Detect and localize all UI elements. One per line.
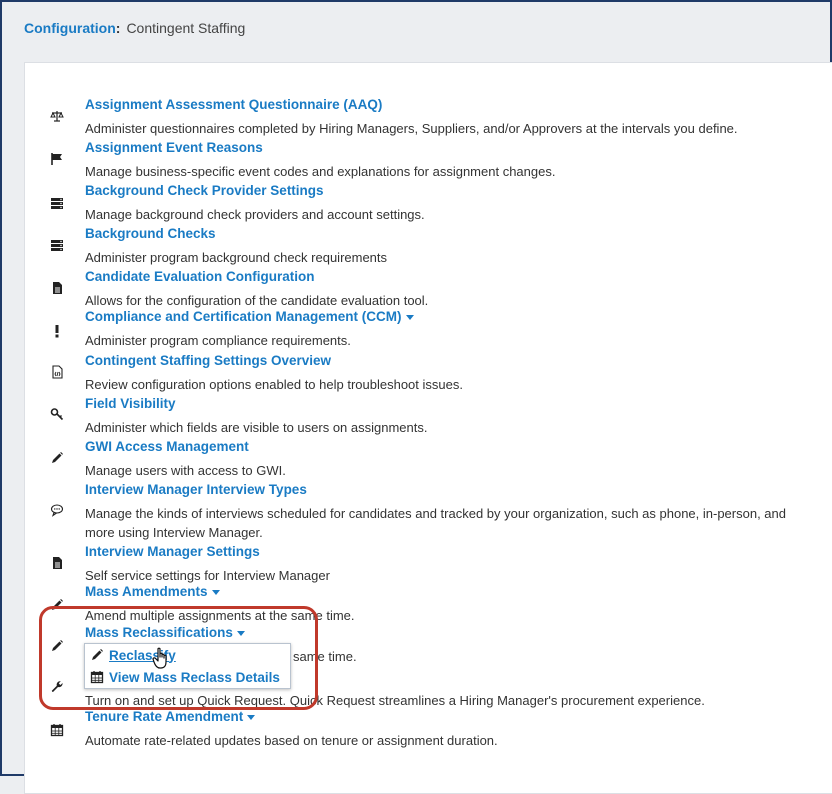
item-title-link[interactable]: Candidate Evaluation Configuration [85, 269, 315, 284]
pencil-icon [49, 638, 65, 654]
menu-item-view-mass-reclass-details[interactable]: View Mass Reclass Details [85, 666, 290, 688]
key-icon [49, 406, 65, 422]
server-icon [49, 237, 65, 253]
document-icon [49, 555, 65, 571]
caret-down-icon [236, 630, 245, 636]
item-title-text: GWI Access Management [85, 439, 249, 454]
breadcrumb-separator: : [115, 20, 121, 36]
item-description: Manage users with access to GWI. [85, 463, 286, 478]
calendar-icon [89, 669, 105, 685]
caret-down-icon [405, 314, 414, 320]
item-title-text: Background Checks [85, 226, 216, 241]
breadcrumb-current: Contingent Staffing [126, 20, 246, 36]
menu-item-label: View Mass Reclass Details [109, 669, 280, 685]
pencil-icon [49, 597, 65, 613]
item-title-text: Tenure Rate Amendment [85, 709, 244, 724]
pencil-icon [89, 647, 105, 663]
item-title-text: Compliance and Certification Management … [85, 309, 402, 324]
item-title-link[interactable]: Background Check Provider Settings [85, 183, 324, 198]
item-description: Manage business-specific event codes and… [85, 164, 556, 179]
item-title-text: Interview Manager Settings [85, 544, 260, 559]
item-description: Administer program compliance requiremen… [85, 333, 351, 348]
item-title-text: Mass Reclassifications [85, 625, 233, 640]
calendar-icon [49, 722, 65, 738]
reclassifications-dropdown-menu: Reclassify View Mass Reclass Details [84, 643, 291, 689]
item-description: Self service settings for Interview Mana… [85, 568, 330, 583]
item-description: Allows for the configuration of the cand… [85, 293, 429, 308]
item-description: Manage the kinds of interviews scheduled… [85, 506, 786, 540]
item-description: Turn on and set up Quick Request. Quick … [85, 693, 705, 708]
item-description: Administer program background check requ… [85, 250, 388, 265]
item-title-text: Mass Amendments [85, 584, 208, 599]
item-title-text: Background Check Provider Settings [85, 183, 324, 198]
caret-down-icon [247, 714, 256, 720]
item-title-text: Contingent Staffing Settings Overview [85, 353, 332, 368]
item-title-link[interactable]: Compliance and Certification Management … [85, 309, 414, 324]
breadcrumb: Configuration: Contingent Staffing [24, 20, 245, 36]
item-description: Administer which fields are visible to u… [85, 420, 428, 435]
pencil-icon [49, 450, 65, 466]
item-title-link[interactable]: Assignment Assessment Questionnaire (AAQ… [85, 97, 382, 112]
server-icon [49, 195, 65, 211]
item-description: Amend multiple assignments at the same t… [85, 608, 355, 623]
item-description: Automate rate-related updates based on t… [85, 733, 498, 748]
item-title-link[interactable]: Mass Reclassifications [85, 625, 245, 640]
item-title-link[interactable]: Contingent Staffing Settings Overview [85, 353, 331, 368]
document-icon [49, 280, 65, 296]
breadcrumb-root-link[interactable]: Configuration [24, 20, 116, 36]
code-file-icon [49, 364, 65, 380]
item-description: Review configuration options enabled to … [85, 377, 463, 392]
item-title-link[interactable]: Background Checks [85, 226, 216, 241]
menu-item-reclassify[interactable]: Reclassify [85, 644, 290, 666]
item-description: Administer questionnaires completed by H… [85, 121, 738, 136]
caret-down-icon [211, 589, 220, 595]
item-title-link[interactable]: Tenure Rate Amendment [85, 709, 256, 724]
exclamation-icon [49, 323, 65, 339]
item-title-link[interactable]: Assignment Event Reasons [85, 140, 263, 155]
wrench-icon [49, 679, 65, 695]
item-title-link[interactable]: Interview Manager Settings [85, 544, 260, 559]
item-title-link[interactable]: Field Visibility [85, 396, 176, 411]
scale-icon [49, 108, 65, 124]
item-title-text: Interview Manager Interview Types [85, 482, 307, 497]
item-description: same time. [293, 649, 357, 664]
item-title-text: Assignment Event Reasons [85, 140, 263, 155]
hand-cursor-icon [152, 647, 172, 674]
speech-bubble-icon [49, 502, 65, 518]
item-description: Manage background check providers and ac… [85, 207, 425, 222]
item-title-link[interactable]: GWI Access Management [85, 439, 249, 454]
item-title-text: Field Visibility [85, 396, 176, 411]
item-title-link[interactable]: Interview Manager Interview Types [85, 482, 307, 497]
flag-icon [49, 151, 65, 167]
item-title-link[interactable]: Mass Amendments [85, 584, 220, 599]
item-title-text: Assignment Assessment Questionnaire (AAQ… [85, 97, 383, 112]
item-title-text: Candidate Evaluation Configuration [85, 269, 315, 284]
